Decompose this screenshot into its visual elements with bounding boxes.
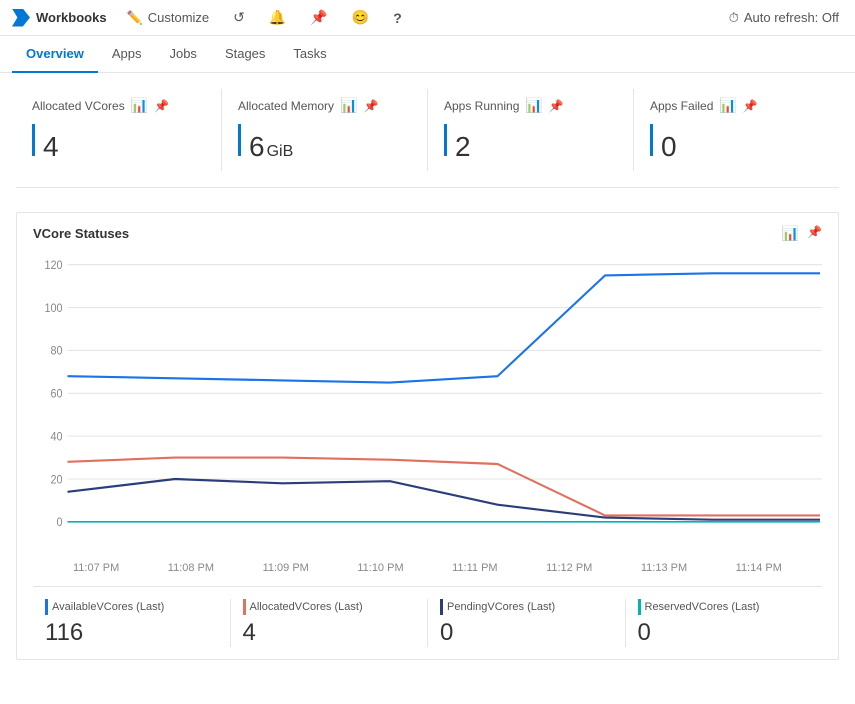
appsrunning-bar	[444, 124, 447, 156]
metric-apps-running: Apps Running 📊 📌 2	[428, 89, 634, 171]
vcores-pin-icon[interactable]: 📌	[154, 99, 169, 113]
metric-allocated-memory: Allocated Memory 📊 📌 6 GiB	[222, 89, 428, 171]
bell-icon: 🔔	[269, 9, 286, 26]
svg-text:20: 20	[51, 474, 63, 486]
svg-text:40: 40	[51, 431, 63, 443]
clock-icon: ⏱	[729, 10, 739, 26]
help-icon: ?	[393, 10, 402, 26]
metric-vcores-title: Allocated VCores	[32, 99, 125, 113]
legend-reserved: ReservedVCores (Last) 0	[626, 599, 823, 647]
appsfailed-value: 0	[661, 131, 677, 163]
chart-xaxis: 11:07 PM 11:08 PM 11:09 PM 11:10 PM 11:1…	[33, 562, 822, 574]
svg-text:120: 120	[45, 260, 63, 272]
xaxis-label-5: 11:12 PM	[546, 562, 592, 574]
xaxis-label-1: 11:08 PM	[168, 562, 214, 574]
appsfailed-pin-icon[interactable]: 📌	[743, 99, 758, 113]
legend-reserved-dot	[638, 599, 641, 615]
legend-allocated-dot	[243, 599, 246, 615]
legend-pending-dot	[440, 599, 443, 615]
chart-area: 120 100 80 60 40 20 0	[33, 254, 822, 554]
xaxis-label-6: 11:13 PM	[641, 562, 687, 574]
metric-appsfailed-title: Apps Failed	[650, 99, 713, 113]
legend-allocated: AllocatedVCores (Last) 4	[231, 599, 429, 647]
xaxis-label-3: 11:10 PM	[357, 562, 403, 574]
legend-row: AvailableVCores (Last) 116 AllocatedVCor…	[33, 586, 822, 647]
metric-appsrunning-title: Apps Running	[444, 99, 519, 113]
xaxis-label-4: 11:11 PM	[452, 562, 497, 574]
appsfailed-chart-icon[interactable]: 📊	[719, 97, 736, 114]
legend-allocated-label: AllocatedVCores (Last)	[250, 601, 363, 613]
appsrunning-value: 2	[455, 131, 471, 163]
svg-text:0: 0	[57, 517, 63, 529]
xaxis-label-7: 11:14 PM	[736, 562, 782, 574]
appsrunning-pin-icon[interactable]: 📌	[549, 99, 564, 113]
legend-pending: PendingVCores (Last) 0	[428, 599, 626, 647]
chart-pin-icon[interactable]: 📌	[807, 225, 822, 242]
memory-value: 6	[249, 131, 265, 163]
svg-text:80: 80	[51, 345, 63, 357]
customize-button[interactable]: ✏️ Customize	[123, 10, 214, 26]
chart-title: VCore Statuses	[33, 226, 129, 241]
chart-expand-icon[interactable]: 📊	[782, 225, 799, 242]
xaxis-label-2: 11:09 PM	[263, 562, 309, 574]
svg-text:100: 100	[45, 302, 63, 314]
tab-tasks[interactable]: Tasks	[279, 36, 340, 73]
pin-icon: 📌	[310, 9, 327, 26]
vcores-bar	[32, 124, 35, 156]
feedback-button[interactable]: 😊	[348, 9, 373, 26]
appsfailed-bar	[650, 124, 653, 156]
metric-allocated-vcores: Allocated VCores 📊 📌 4	[16, 89, 222, 171]
memory-chart-icon[interactable]: 📊	[340, 97, 357, 114]
customize-label: Customize	[148, 10, 209, 25]
legend-allocated-value: 4	[243, 619, 416, 647]
appsrunning-chart-icon[interactable]: 📊	[525, 97, 542, 114]
legend-pending-label: PendingVCores (Last)	[447, 601, 555, 613]
chart-svg: 120 100 80 60 40 20 0	[33, 254, 822, 554]
memory-unit: GiB	[267, 143, 294, 161]
metrics-row: Allocated VCores 📊 📌 4 Allocated Memory …	[16, 89, 839, 188]
legend-reserved-value: 0	[638, 619, 811, 647]
xaxis-label-0: 11:07 PM	[73, 562, 119, 574]
tab-jobs[interactable]: Jobs	[155, 36, 210, 73]
smiley-icon: 😊	[352, 9, 369, 26]
navtabs: Overview Apps Jobs Stages Tasks	[0, 36, 855, 73]
auto-refresh-button[interactable]: ⏱ Auto refresh: Off	[725, 10, 843, 26]
vcore-statuses-chart: VCore Statuses 📊 📌 120 100 80 60 40 20 0	[16, 212, 839, 660]
refresh-button[interactable]: ↺	[229, 9, 249, 26]
main-content: Allocated VCores 📊 📌 4 Allocated Memory …	[0, 73, 855, 692]
tab-overview[interactable]: Overview	[12, 36, 98, 73]
legend-reserved-label: ReservedVCores (Last)	[645, 601, 760, 613]
vcores-chart-icon[interactable]: 📊	[131, 97, 148, 114]
metric-memory-title: Allocated Memory	[238, 99, 334, 113]
memory-pin-icon[interactable]: 📌	[363, 99, 378, 113]
legend-available: AvailableVCores (Last) 116	[33, 599, 231, 647]
help-button[interactable]: ?	[389, 10, 406, 26]
legend-available-dot	[45, 599, 48, 615]
legend-pending-value: 0	[440, 619, 613, 647]
workbooks-label: Workbooks	[36, 10, 107, 25]
logo-icon	[12, 9, 30, 27]
alerts-button[interactable]: 🔔	[265, 9, 290, 26]
svg-text:60: 60	[51, 388, 63, 400]
workbooks-logo[interactable]: Workbooks	[12, 9, 107, 27]
legend-available-value: 116	[45, 619, 218, 647]
legend-available-label: AvailableVCores (Last)	[52, 601, 164, 613]
memory-bar	[238, 124, 241, 156]
auto-refresh-label: Auto refresh: Off	[744, 10, 839, 25]
pencil-icon: ✏️	[127, 10, 143, 26]
topbar: Workbooks ✏️ Customize ↺ 🔔 📌 😊 ? ⏱ Auto …	[0, 0, 855, 36]
refresh-icon: ↺	[233, 9, 245, 26]
metric-apps-failed: Apps Failed 📊 📌 0	[634, 89, 839, 171]
vcores-value: 4	[43, 131, 59, 163]
pin-button[interactable]: 📌	[306, 9, 331, 26]
tab-stages[interactable]: Stages	[211, 36, 279, 73]
tab-apps[interactable]: Apps	[98, 36, 156, 73]
